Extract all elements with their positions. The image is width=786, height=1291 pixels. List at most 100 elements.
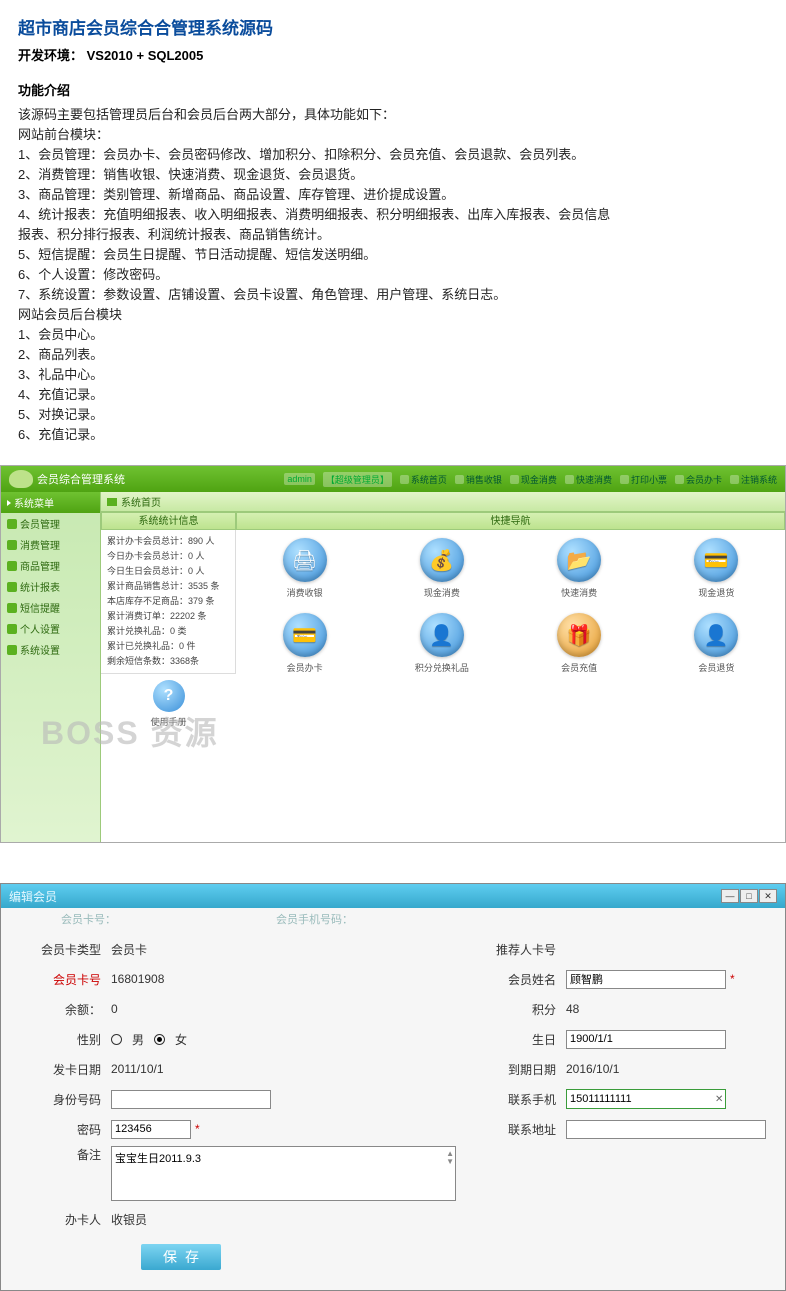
stat-row: 今日办卡会员总计：0 人 (107, 549, 229, 564)
expire-date-label: 到期日期 (456, 1061, 566, 1078)
sidebar-item[interactable]: 系统设置 (1, 639, 100, 660)
help-manual[interactable]: ? 使用手册 (101, 673, 236, 734)
window-title: 编辑会员 (9, 888, 57, 905)
clerk-value: 收银员 (111, 1211, 147, 1228)
home-icon (107, 498, 117, 506)
doc-feature-list: 该源码主要包括管理员后台和会员后台两大部分，具体功能如下：网站前台模块：1、会员… (18, 105, 768, 445)
phone-input[interactable] (567, 1090, 715, 1108)
module-icon (7, 645, 17, 655)
doc-line: 5、对换记录。 (18, 405, 768, 425)
points-label: 积分 (456, 1001, 566, 1018)
app-logo-text: 会员综合管理系统 (37, 471, 125, 487)
stat-row: 累计消费订单：22202 条 (107, 609, 229, 624)
module-icon (7, 603, 17, 613)
quicknav-label: 快速消费 (539, 586, 619, 599)
quicknav-item[interactable]: 🖨消费收银 (265, 538, 345, 599)
content-area: 系统首页 系统统计信息 快捷导航 累计办卡会员总计：890 人今日办卡会员总计：… (101, 492, 785, 842)
gender-male-radio[interactable] (111, 1034, 122, 1045)
breadcrumb: 系统首页 (101, 492, 785, 512)
stat-row: 累计已兑换礼品：0 件 (107, 639, 229, 654)
app-logo-icon (9, 470, 33, 488)
birthday-label: 生日 (456, 1031, 566, 1048)
doc-line: 2、消费管理：销售收银、快速消费、现金退货、会员退货。 (18, 165, 768, 185)
remark-label: 备注 (1, 1146, 111, 1163)
screenshot-admin-system: 会员综合管理系统 admin 【超级管理员】 系统首页销售收银现金消费快速消费打… (0, 465, 786, 843)
idcard-input[interactable] (111, 1090, 271, 1109)
quicknav-icon: 💳 (283, 613, 327, 657)
document-body: 超市商店会员综合合管理系统源码 开发环境： VS2010 + SQL2005 功… (0, 0, 786, 453)
toolbar-icon (455, 475, 464, 484)
sidebar-item[interactable]: 商品管理 (1, 555, 100, 576)
doc-line: 4、充值记录。 (18, 385, 768, 405)
password-label: 密码 (1, 1121, 111, 1138)
sidebar-item[interactable]: 短信提醒 (1, 597, 100, 618)
screenshot-edit-member: 编辑会员 — □ ✕ 会员卡号： 会员手机号码： 会员卡类型 会员卡 会员卡号 … (0, 883, 786, 1291)
topbar-link[interactable]: 销售收银 (455, 473, 502, 486)
idcard-label: 身份号码 (1, 1091, 111, 1108)
quicknav-panel: 🖨消费收银💰现金消费📂快速消费💳现金退货💳会员办卡👤积分兑换礼品🎁会员充值👤会员… (236, 530, 785, 842)
quicknav-item[interactable]: 🎁会员充值 (539, 613, 619, 674)
quicknav-icon: 💰 (420, 538, 464, 582)
toolbar-icon (675, 475, 684, 484)
doc-line: 4、统计报表：充值明细报表、收入明细报表、消费明细报表、积分明细报表、出库入库报… (18, 205, 768, 225)
quicknav-item[interactable]: 👤积分兑换礼品 (402, 613, 482, 674)
sidebar-item[interactable]: 统计报表 (1, 576, 100, 597)
toolbar-icon (400, 475, 409, 484)
form-left-column: 会员卡类型 会员卡 会员卡号 16801908 余额： 0 性别 男 女 (1, 934, 456, 1270)
doc-line: 5、短信提醒：会员生日提醒、节日活动提醒、短信发送明细。 (18, 245, 768, 265)
doc-line: 1、会员管理：会员办卡、会员密码修改、增加积分、扣除积分、会员充值、会员退款、会… (18, 145, 768, 165)
phone-label: 联系手机 (456, 1091, 566, 1108)
card-type-value: 会员卡 (111, 941, 147, 958)
member-name-input[interactable] (566, 970, 726, 989)
quicknav-item[interactable]: 👤会员退货 (676, 613, 756, 674)
topbar-link[interactable]: 打印小票 (620, 473, 667, 486)
doc-line: 网站会员后台模块 (18, 305, 768, 325)
app-topbar: 会员综合管理系统 admin 【超级管理员】 系统首页销售收银现金消费快速消费打… (1, 466, 785, 492)
quicknav-item[interactable]: 📂 快速消费 (539, 538, 619, 599)
issue-date-label: 发卡日期 (1, 1061, 111, 1078)
gender-female-label: 女 (175, 1031, 187, 1048)
module-icon (7, 519, 17, 529)
quicknav-icon: 📂 (557, 538, 601, 582)
topbar-link[interactable]: 会员办卡 (675, 473, 722, 486)
window-maximize-button[interactable]: □ (740, 889, 758, 903)
clear-icon[interactable]: ✕ (715, 1094, 728, 1105)
toolbar-icon (620, 475, 629, 484)
window-close-button[interactable]: ✕ (759, 889, 777, 903)
gender-female-radio[interactable] (154, 1034, 165, 1045)
points-value: 48 (566, 1002, 579, 1016)
sidebar-item[interactable]: 个人设置 (1, 618, 100, 639)
doc-environment: 开发环境： VS2010 + SQL2005 (18, 45, 768, 64)
doc-line: 该源码主要包括管理员后台和会员后台两大部分，具体功能如下： (18, 105, 768, 125)
doc-line: 报表、积分排行报表、利润统计报表、商品销售统计。 (18, 225, 768, 245)
password-input[interactable] (111, 1120, 191, 1139)
topbar-link[interactable]: 现金消费 (510, 473, 557, 486)
quicknav-label: 会员办卡 (265, 661, 345, 674)
address-input[interactable] (566, 1120, 766, 1139)
quicknav-label: 消费收银 (265, 586, 345, 599)
window-minimize-button[interactable]: — (721, 889, 739, 903)
balance-label: 余额： (1, 1001, 111, 1018)
module-icon (7, 561, 17, 571)
module-icon (7, 582, 17, 592)
birthday-input[interactable] (566, 1030, 726, 1049)
topbar-role: 【超级管理员】 (323, 472, 392, 487)
remark-textarea[interactable] (111, 1146, 456, 1201)
quicknav-item[interactable]: 💳 会员办卡 (265, 613, 345, 674)
quicknav-icon: 💳 (694, 538, 738, 582)
sidebar-item[interactable]: 消费管理 (1, 534, 100, 555)
topbar-link[interactable]: 注销系统 (730, 473, 777, 486)
topbar-link[interactable]: 系统首页 (400, 473, 447, 486)
quicknav-item[interactable]: 💰现金消费 (402, 538, 482, 599)
topbar-link[interactable]: 快速消费 (565, 473, 612, 486)
faint-cardno-label: 会员卡号： (61, 911, 116, 927)
sidebar-item[interactable]: 会员管理 (1, 513, 100, 534)
doc-title: 超市商店会员综合合管理系统源码 (18, 14, 768, 39)
help-icon: ? (153, 680, 185, 712)
quicknav-label: 积分兑换礼品 (402, 661, 482, 674)
panel-header-stats: 系统统计信息 (101, 512, 236, 530)
quicknav-item[interactable]: 💳现金退货 (676, 538, 756, 599)
required-star: * (730, 972, 735, 986)
phone-input-wrapper[interactable]: ✕ (566, 1089, 726, 1109)
save-button[interactable]: 保存 (141, 1244, 221, 1270)
